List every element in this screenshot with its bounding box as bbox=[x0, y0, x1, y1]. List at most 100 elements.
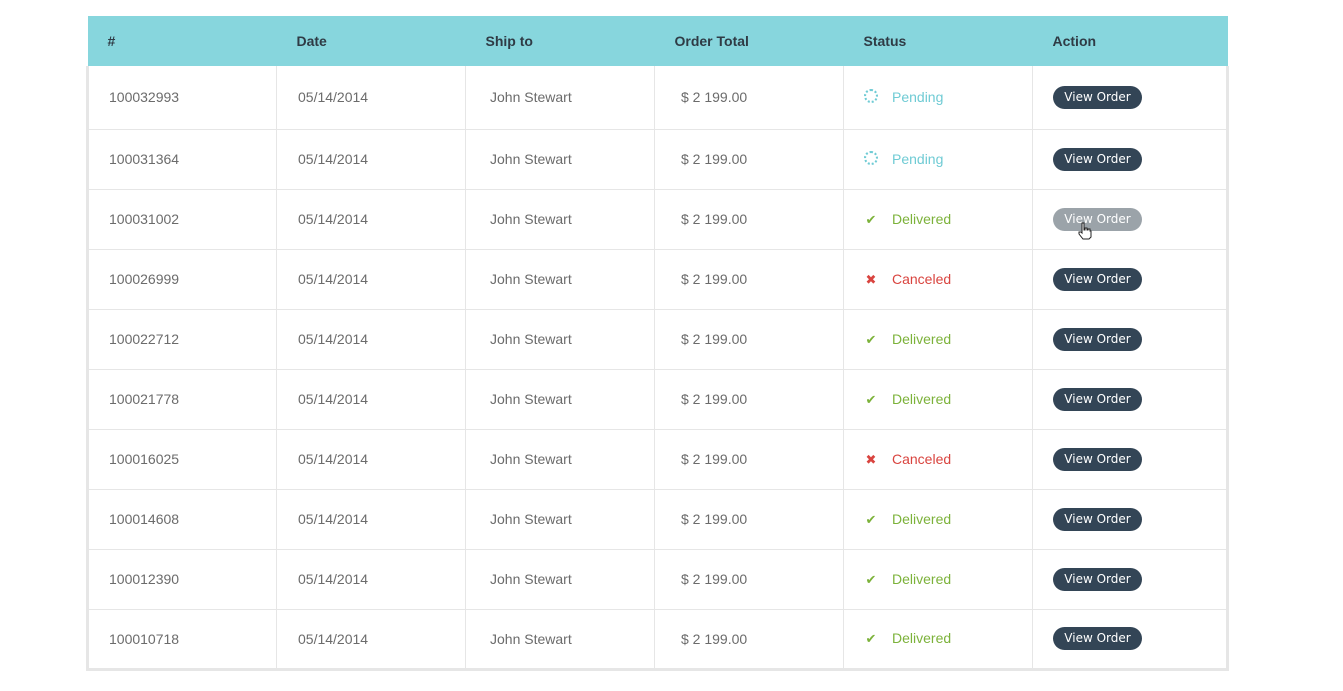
table-row: 100014608 05/14/2014 John Stewart $ 2 199.0… bbox=[87, 489, 1228, 549]
table-row: 100031364 05/14/2014 John Stewart $ 2 199.0… bbox=[87, 129, 1228, 189]
order-total-cell: $ 2 199.00 bbox=[654, 129, 844, 189]
check-icon: ✔ bbox=[865, 511, 877, 527]
order-total-cell: $ 2 199.00 bbox=[654, 369, 844, 429]
order-date-cell: 05/14/2014 bbox=[276, 609, 466, 669]
order-total-cell: $ 2 199.00 bbox=[654, 249, 844, 309]
view-order-button[interactable]: View Order bbox=[1053, 267, 1142, 291]
action-cell: View Order bbox=[1033, 249, 1228, 309]
ship-to-cell: John Stewart bbox=[465, 189, 655, 249]
orders-table: # Date Ship to Order Total Status Action… bbox=[86, 16, 1229, 671]
check-icon: ✔ bbox=[865, 631, 877, 646]
spinner-icon bbox=[864, 89, 878, 105]
status-label: Delivered bbox=[892, 330, 952, 347]
order-date-cell: 05/14/2014 bbox=[276, 549, 466, 609]
column-header-status: Status bbox=[863, 33, 907, 49]
status-cell: ✔ Delivered bbox=[843, 489, 1033, 549]
order-date-cell: 05/14/2014 bbox=[276, 309, 466, 369]
action-cell: View Order bbox=[1033, 609, 1228, 669]
table-row: 100010718 05/14/2014 John Stewart $ 2 199.0… bbox=[87, 609, 1228, 669]
view-order-button[interactable]: View Order bbox=[1053, 507, 1142, 531]
orders-table-container: # Date Ship to Order Total Status Action… bbox=[86, 16, 1229, 671]
order-total-cell: $ 2 199.00 bbox=[654, 189, 844, 249]
action-cell: View Order bbox=[1033, 489, 1228, 549]
spinner-icon bbox=[864, 151, 878, 167]
status-label: Delivered bbox=[892, 210, 952, 227]
view-order-button[interactable]: View Order bbox=[1053, 387, 1142, 411]
action-cell: View Order bbox=[1033, 369, 1228, 429]
table-body: 100032993 05/14/2014 John Stewart $ 2 199.0… bbox=[87, 66, 1228, 669]
action-cell: View Order bbox=[1033, 309, 1228, 369]
status-cell: ✔ Delivered bbox=[843, 309, 1033, 369]
ship-to-cell: John Stewart bbox=[465, 129, 655, 189]
status-cell: ✔ Delivered bbox=[843, 369, 1033, 429]
status-cell: ✔ Delivered bbox=[843, 189, 1033, 249]
order-id-cell: 100031002 bbox=[87, 189, 277, 249]
action-cell: View Order bbox=[1033, 549, 1228, 609]
table-row: 100012390 05/14/2014 John Stewart $ 2 199.0… bbox=[87, 549, 1228, 609]
status-cell: ✖ Canceled bbox=[843, 249, 1033, 309]
cross-icon: ✖ bbox=[865, 451, 877, 467]
action-cell: View Order bbox=[1033, 429, 1228, 489]
order-total-cell: $ 2 199.00 bbox=[654, 66, 844, 129]
order-date-cell: 05/14/2014 bbox=[276, 66, 466, 129]
check-icon: ✔ bbox=[865, 331, 877, 347]
order-date-cell: 05/14/2014 bbox=[276, 369, 466, 429]
column-header-order-total: Order Total bbox=[674, 33, 749, 49]
order-total-cell: $ 2 199.00 bbox=[654, 609, 844, 669]
status-label: Canceled bbox=[892, 450, 952, 467]
cross-icon: ✖ bbox=[865, 271, 877, 287]
order-date-cell: 05/14/2014 bbox=[276, 189, 466, 249]
order-total-cell: $ 2 199.00 bbox=[654, 309, 844, 369]
status-cell: Pending bbox=[843, 66, 1033, 129]
order-id-cell: 100012390 bbox=[87, 549, 277, 609]
table-header: # Date Ship to Order Total Status Action bbox=[87, 16, 1228, 66]
status-label: Delivered bbox=[892, 390, 952, 407]
status-label: Canceled bbox=[892, 270, 952, 287]
ship-to-cell: John Stewart bbox=[465, 429, 655, 489]
action-cell: View Order bbox=[1033, 66, 1228, 129]
spinner-ring bbox=[864, 151, 878, 165]
view-order-button[interactable]: View Order bbox=[1053, 207, 1142, 231]
order-date-cell: 05/14/2014 bbox=[276, 249, 466, 309]
order-date-cell: 05/14/2014 bbox=[276, 489, 466, 549]
status-label: Delivered bbox=[892, 510, 952, 527]
ship-to-cell: John Stewart bbox=[465, 549, 655, 609]
view-order-button[interactable]: View Order bbox=[1053, 147, 1142, 171]
order-id-cell: 100021778 bbox=[87, 369, 277, 429]
status-label: Delivered bbox=[892, 570, 952, 587]
action-cell: View Order bbox=[1033, 129, 1228, 189]
ship-to-cell: John Stewart bbox=[465, 369, 655, 429]
order-id-cell: 100026999 bbox=[87, 249, 277, 309]
view-order-button[interactable]: View Order bbox=[1053, 567, 1142, 591]
view-order-button[interactable]: View Order bbox=[1053, 627, 1142, 650]
check-icon: ✔ bbox=[865, 211, 877, 227]
table-row: 100032993 05/14/2014 John Stewart $ 2 199.0… bbox=[87, 66, 1228, 129]
order-total-cell: $ 2 199.00 bbox=[654, 429, 844, 489]
table-row: 100031002 05/14/2014 John Stewart $ 2 199.0… bbox=[87, 189, 1228, 249]
check-icon: ✔ bbox=[865, 571, 877, 587]
status-label: Pending bbox=[892, 151, 944, 167]
order-total-cell: $ 2 199.00 bbox=[654, 549, 844, 609]
order-id-cell: 100022712 bbox=[87, 309, 277, 369]
table-row: 100016025 05/14/2014 John Stewart $ 2 199.0… bbox=[87, 429, 1228, 489]
order-date-cell: 05/14/2014 bbox=[276, 129, 466, 189]
header-row: # Date Ship to Order Total Status Action bbox=[87, 16, 1228, 66]
spinner-ring bbox=[864, 89, 878, 104]
order-id-cell: 100014608 bbox=[87, 489, 277, 549]
order-id-cell: 100010718 bbox=[87, 609, 277, 669]
status-label: Pending bbox=[892, 89, 944, 106]
check-icon: ✔ bbox=[865, 391, 877, 407]
hand-pointer-cursor-icon bbox=[1078, 222, 1092, 240]
order-total-cell: $ 2 199.00 bbox=[654, 489, 844, 549]
ship-to-cell: John Stewart bbox=[465, 489, 655, 549]
ship-to-cell: John Stewart bbox=[465, 609, 655, 669]
column-header-number: # bbox=[107, 33, 116, 49]
status-cell: Pending bbox=[843, 129, 1033, 189]
view-order-button[interactable]: View Order bbox=[1053, 85, 1142, 109]
ship-to-cell: John Stewart bbox=[465, 249, 655, 309]
order-id-cell: 100031364 bbox=[87, 129, 277, 189]
column-header-action: Action bbox=[1052, 33, 1097, 49]
view-order-button[interactable]: View Order bbox=[1053, 447, 1142, 471]
action-cell: View Order bbox=[1033, 189, 1228, 249]
view-order-button[interactable]: View Order bbox=[1053, 327, 1142, 351]
